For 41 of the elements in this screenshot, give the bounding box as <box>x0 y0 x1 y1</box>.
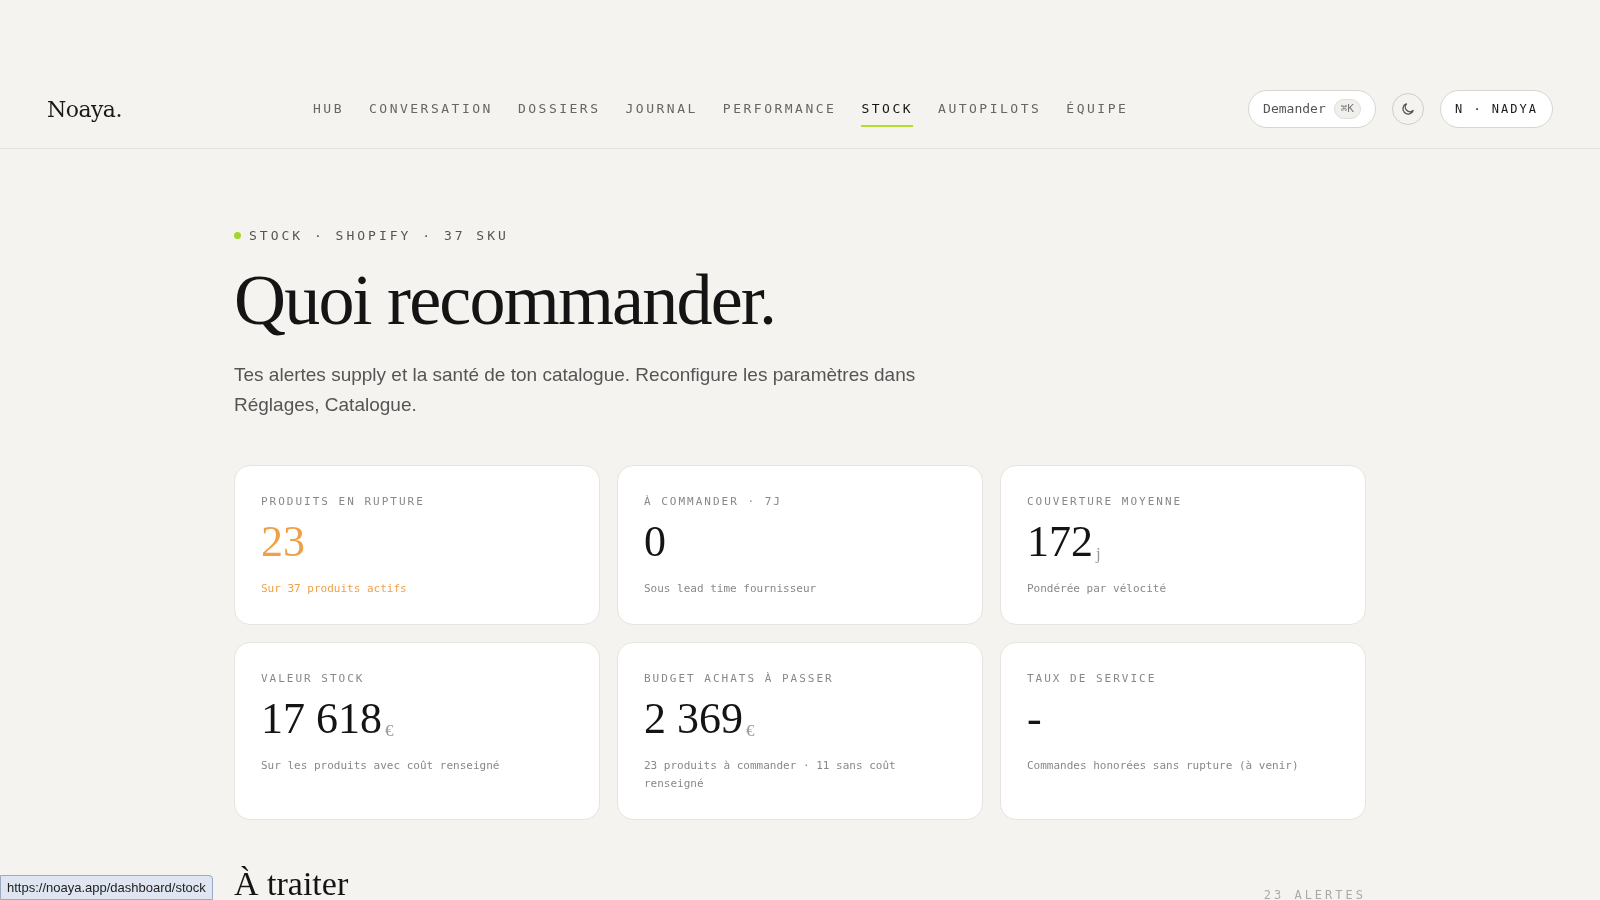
stat-label: PRODUITS EN RUPTURE <box>261 493 426 510</box>
stat-value: 17 618 <box>261 695 382 743</box>
stat-note: Sous lead time fournisseur <box>644 581 818 597</box>
eyebrow-label: STOCK · SHOPIFY · 37 SKU <box>249 227 509 245</box>
stat-value: 172 <box>1027 518 1093 566</box>
stat-note: Commandes honorées sans rupture (à venir) <box>1027 758 1300 774</box>
user-button[interactable]: N · NADYA <box>1439 90 1553 128</box>
ask-button[interactable]: Demander ⌘K <box>1248 90 1376 128</box>
stat-note: Sur 37 produits actifs <box>261 581 408 597</box>
stat-unit: € <box>746 719 755 742</box>
stat-value: 2 369 <box>644 695 743 743</box>
nav-tab[interactable]: ÉQUIPE <box>1066 91 1129 127</box>
logo[interactable]: Noaya. <box>47 92 313 126</box>
nav-tab[interactable]: STOCK <box>861 91 914 127</box>
stat-value: 23 <box>261 518 305 566</box>
stat-label: À COMMANDER · 7J <box>644 493 783 510</box>
shortcut-badge: ⌘K <box>1333 98 1361 120</box>
nav-tab[interactable]: PERFORMANCE <box>722 91 837 127</box>
nav-tab[interactable]: JOURNAL <box>625 91 698 127</box>
stat-unit: j <box>1096 542 1101 565</box>
moon-icon <box>1399 101 1416 117</box>
stat-label: BUDGET ACHATS À PASSER <box>644 670 835 687</box>
stat-value: - <box>1027 695 1042 743</box>
ask-label: Demander <box>1263 100 1326 119</box>
stat-label: TAUX DE SERVICE <box>1027 670 1158 687</box>
status-bar-url: https://noaya.app/dashboard/stock <box>0 874 213 900</box>
stat-note: Pondérée par vélocité <box>1027 581 1168 597</box>
section-title: À traiter <box>234 863 349 900</box>
nav-tab[interactable]: CONVERSATION <box>369 91 493 127</box>
stat-note: Sur les produits avec coût renseigné <box>261 758 501 774</box>
nav-tab[interactable]: DOSSIERS <box>517 91 601 127</box>
alert-count: 23 ALERTES <box>1263 886 1366 900</box>
nav-tab[interactable]: HUB <box>313 91 344 127</box>
intro-text: Tes alertes supply et la santé de ton catalogue. Reconfigure les paramètres dans Réglages, Catalogue. <box>234 362 917 417</box>
stat-value: 0 <box>644 518 666 566</box>
stat-note: 23 produits à commander · 11 sans coût renseigné <box>644 758 897 792</box>
nav-tab[interactable]: AUTOPILOTS <box>938 91 1042 127</box>
stat-label: VALEUR STOCK <box>261 670 366 687</box>
page-title: Quoi recommander. <box>234 259 777 340</box>
stat-unit: € <box>385 719 394 742</box>
stat-label: COUVERTURE MOYENNE <box>1027 493 1184 510</box>
